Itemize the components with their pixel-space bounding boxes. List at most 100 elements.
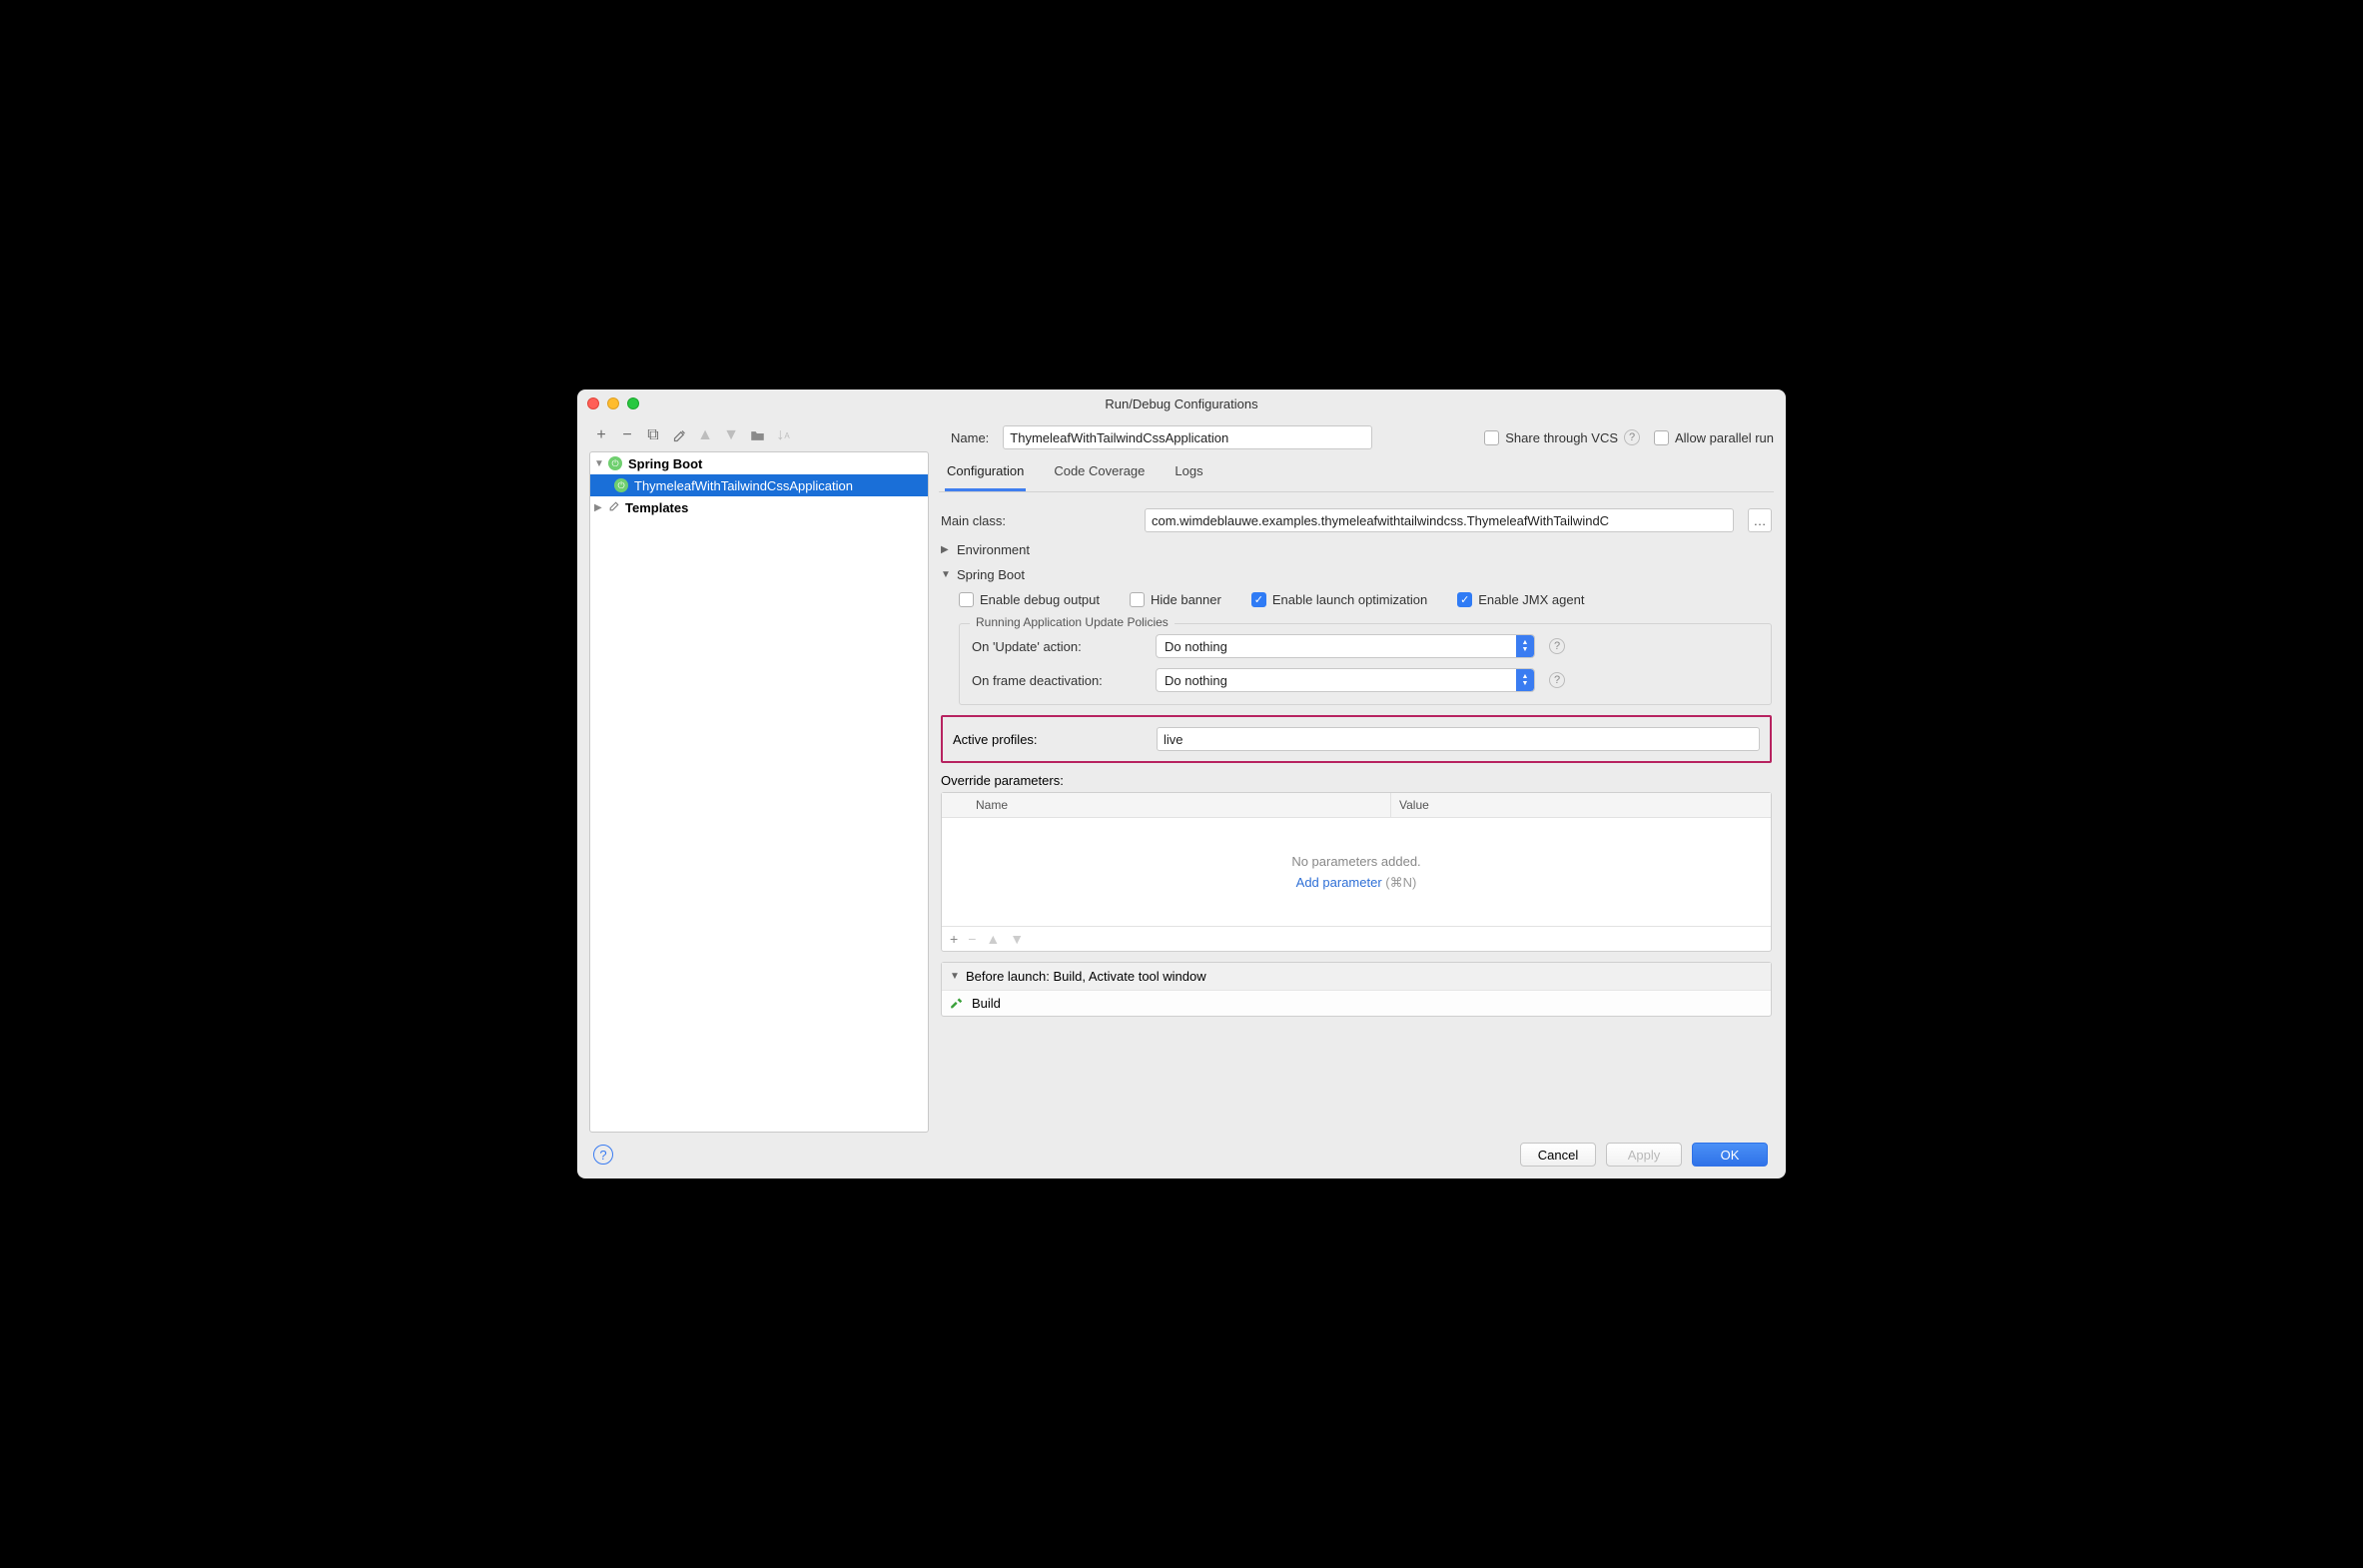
help-icon[interactable]: ? — [1549, 672, 1565, 688]
cancel-button[interactable]: Cancel — [1520, 1143, 1596, 1167]
deactivation-label: On frame deactivation: — [972, 673, 1142, 688]
select-knob-icon: ▲▼ — [1516, 635, 1534, 657]
sort-icon: ↓A — [775, 427, 791, 443]
titlebar: Run/Debug Configurations — [577, 390, 1786, 417]
tabs: Configuration Code Coverage Logs — [939, 451, 1774, 492]
name-input[interactable] — [1003, 425, 1372, 449]
remove-icon[interactable]: − — [619, 427, 635, 443]
spring-boot-options: Enable debug output Hide banner ✓ Enable… — [941, 592, 1772, 705]
tree-label: Spring Boot — [628, 456, 702, 471]
deactivation-select[interactable]: Do nothing ▲▼ — [1156, 668, 1535, 692]
split-pane: ▼ ⏻ Spring Boot ⏻ ThymeleafWithTailwindC… — [589, 451, 1774, 1133]
checkbox-box[interactable] — [1130, 592, 1145, 607]
top-row: + − ⧉ ▲ ▼ ↓A Name: Share throug — [589, 423, 1774, 451]
parallel-checkbox-box[interactable] — [1654, 430, 1669, 445]
col-value: Value — [1391, 793, 1771, 817]
help-icon[interactable]: ? — [1624, 429, 1640, 445]
active-profiles-row: Active profiles: — [941, 715, 1772, 763]
tree-node-templates[interactable]: ▶ Templates — [590, 496, 928, 518]
dialog-buttons: Cancel Apply OK — [1520, 1143, 1768, 1167]
launch-opt-checkbox[interactable]: ✓ Enable launch optimization — [1251, 592, 1427, 607]
bottom-bar: ? Cancel Apply OK — [589, 1133, 1774, 1171]
override-table: Name Value No parameters added. Add para… — [941, 792, 1772, 952]
override-section: Override parameters: Name Value No param… — [941, 773, 1772, 952]
hide-banner-checkbox[interactable]: Hide banner — [1130, 592, 1221, 607]
browse-button[interactable]: … — [1748, 508, 1772, 532]
table-empty: No parameters added. Add parameter (⌘N) — [942, 818, 1771, 926]
checkbox-box[interactable]: ✓ — [1457, 592, 1472, 607]
dialog-body: + − ⧉ ▲ ▼ ↓A Name: Share throug — [577, 417, 1786, 1178]
main-class-row: Main class: … — [941, 508, 1772, 532]
dialog-window: Run/Debug Configurations + − ⧉ ▲ ▼ ↓A Na… — [577, 390, 1786, 1178]
hammer-icon — [950, 995, 964, 1012]
tab-logs[interactable]: Logs — [1173, 457, 1204, 491]
environment-section[interactable]: ▶ Environment — [941, 542, 1772, 557]
select-knob-icon: ▲▼ — [1516, 669, 1534, 691]
add-icon[interactable]: + — [950, 931, 958, 947]
move-up-icon: ▲ — [697, 427, 713, 443]
tab-configuration[interactable]: Configuration — [945, 457, 1026, 491]
copy-icon[interactable]: ⧉ — [645, 427, 661, 443]
help-icon[interactable]: ? — [1549, 638, 1565, 654]
add-icon[interactable]: + — [593, 427, 609, 443]
main-class-label: Main class: — [941, 513, 1131, 528]
chevron-down-icon[interactable]: ▼ — [594, 458, 604, 469]
wrench-icon — [608, 499, 621, 515]
empty-text: No parameters added. — [1291, 854, 1420, 869]
update-policies-fieldset: Running Application Update Policies On '… — [959, 623, 1772, 705]
config-toolbar: + − ⧉ ▲ ▼ ↓A — [589, 423, 941, 451]
spring-boot-icon: ⏻ — [608, 456, 622, 470]
checkbox-box[interactable]: ✓ — [1251, 592, 1266, 607]
active-profiles-label: Active profiles: — [953, 732, 1143, 747]
debug-checkbox[interactable]: Enable debug output — [959, 592, 1100, 607]
override-label: Override parameters: — [941, 773, 1772, 788]
share-label: Share through VCS — [1505, 430, 1618, 445]
share-checkbox[interactable]: Share through VCS ? — [1484, 429, 1640, 445]
update-action-select[interactable]: Do nothing ▲▼ — [1156, 634, 1535, 658]
name-row: Name: Share through VCS ? Allow parallel… — [951, 425, 1774, 449]
tree-node-app[interactable]: ⏻ ThymeleafWithTailwindCssApplication — [590, 474, 928, 496]
main-class-input[interactable] — [1145, 508, 1734, 532]
help-icon[interactable]: ? — [593, 1145, 613, 1165]
parallel-label: Allow parallel run — [1675, 430, 1774, 445]
ok-button[interactable]: OK — [1692, 1143, 1768, 1167]
move-down-icon: ▼ — [1010, 931, 1024, 947]
spring-boot-section[interactable]: ▼ Spring Boot — [941, 567, 1772, 582]
before-launch-section: ▼ Before launch: Build, Activate tool wi… — [941, 962, 1772, 1017]
checkbox-box[interactable] — [959, 592, 974, 607]
shortcut-hint: (⌘N) — [1385, 875, 1416, 890]
jmx-checkbox[interactable]: ✓ Enable JMX agent — [1457, 592, 1584, 607]
col-name: Name — [968, 793, 1391, 817]
before-launch-item[interactable]: Build — [942, 991, 1771, 1016]
spring-boot-label: Spring Boot — [957, 567, 1025, 582]
spring-boot-icon: ⏻ — [614, 478, 628, 492]
before-launch-header[interactable]: ▼ Before launch: Build, Activate tool wi… — [942, 963, 1771, 991]
config-tree[interactable]: ▼ ⏻ Spring Boot ⏻ ThymeleafWithTailwindC… — [589, 451, 929, 1133]
edit-icon[interactable] — [671, 427, 687, 443]
move-down-icon: ▼ — [723, 427, 739, 443]
configuration-panel: Main class: … ▶ Environment ▼ Spring Boo… — [939, 498, 1774, 1133]
fieldset-legend: Running Application Update Policies — [970, 615, 1175, 629]
chevron-right-icon[interactable]: ▶ — [594, 502, 604, 513]
table-toolbar: + − ▲ ▼ — [942, 926, 1771, 951]
window-title: Run/Debug Configurations — [577, 396, 1786, 411]
name-label: Name: — [951, 430, 989, 445]
environment-label: Environment — [957, 542, 1030, 557]
tree-node-spring-boot[interactable]: ▼ ⏻ Spring Boot — [590, 452, 928, 474]
tree-label: ThymeleafWithTailwindCssApplication — [634, 478, 853, 493]
chevron-down-icon: ▼ — [941, 569, 951, 580]
folder-icon[interactable] — [749, 427, 765, 443]
add-parameter-link[interactable]: Add parameter — [1296, 875, 1382, 890]
tab-coverage[interactable]: Code Coverage — [1052, 457, 1147, 491]
form-panel: Configuration Code Coverage Logs Main cl… — [939, 451, 1774, 1133]
active-profiles-input[interactable] — [1157, 727, 1760, 751]
parallel-checkbox[interactable]: Allow parallel run — [1654, 430, 1774, 445]
col-check — [942, 793, 968, 817]
remove-icon: − — [968, 931, 976, 947]
share-checkbox-box[interactable] — [1484, 430, 1499, 445]
move-up-icon: ▲ — [986, 931, 1000, 947]
chevron-down-icon: ▼ — [950, 971, 960, 982]
update-action-label: On 'Update' action: — [972, 639, 1142, 654]
chevron-right-icon: ▶ — [941, 544, 951, 555]
tree-label: Templates — [625, 500, 688, 515]
